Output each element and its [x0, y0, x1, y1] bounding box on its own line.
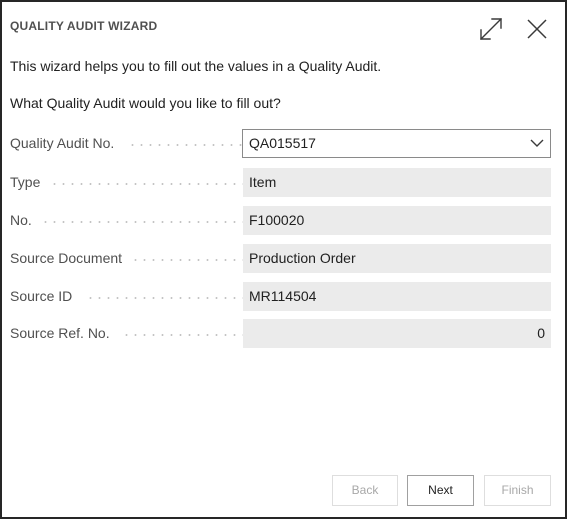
field-label: Source Document — [10, 250, 123, 266]
field-label: Source Ref. No. — [10, 325, 110, 341]
type-value: Item — [243, 168, 551, 197]
chevron-down-icon — [530, 139, 544, 147]
intro-text: This wizard helps you to fill out the va… — [10, 58, 382, 74]
expand-button[interactable] — [474, 12, 508, 46]
quality-audit-wizard-dialog: QUALITY AUDIT WIZARD This wizard helps y… — [0, 0, 567, 519]
field-source-id: Source ID MR114504 — [10, 282, 551, 311]
field-label: Type — [10, 174, 41, 190]
leader-dots — [128, 144, 246, 146]
field-label: No. — [10, 212, 32, 228]
close-icon — [527, 19, 547, 39]
leader-dots — [122, 334, 246, 336]
question-text: What Quality Audit would you like to fil… — [10, 95, 281, 111]
field-label: Source ID — [10, 288, 73, 304]
field-source-ref-no: Source Ref. No. 0 — [10, 319, 551, 348]
expand-icon — [480, 18, 502, 40]
back-button[interactable]: Back — [332, 475, 398, 506]
leader-dots — [50, 183, 246, 185]
quality-audit-no-select[interactable]: QA015517 — [242, 129, 551, 158]
next-button[interactable]: Next — [407, 475, 474, 506]
field-no: No. F100020 — [10, 206, 551, 235]
field-label: Quality Audit No. — [10, 135, 115, 151]
source-document-value: Production Order — [243, 244, 551, 273]
no-value: F100020 — [243, 206, 551, 235]
field-quality-audit-no: Quality Audit No. QA015517 — [10, 129, 551, 158]
quality-audit-no-value: QA015517 — [249, 135, 316, 151]
leader-dots — [86, 297, 246, 299]
close-button[interactable] — [520, 12, 554, 46]
dialog-title: QUALITY AUDIT WIZARD — [10, 19, 158, 33]
source-ref-no-value: 0 — [243, 319, 551, 348]
source-id-value: MR114504 — [243, 282, 551, 311]
field-type: Type Item — [10, 168, 551, 197]
finish-button[interactable]: Finish — [484, 475, 551, 506]
field-source-document: Source Document Production Order — [10, 244, 551, 273]
leader-dots — [41, 221, 246, 223]
leader-dots — [131, 259, 246, 261]
